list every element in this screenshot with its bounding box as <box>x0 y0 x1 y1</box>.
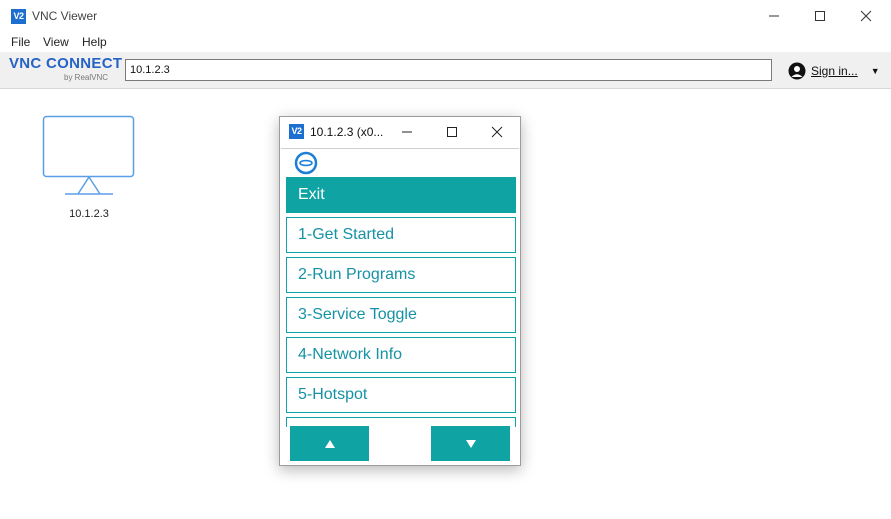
title-bar: V2 VNC Viewer <box>0 0 891 32</box>
address-input[interactable] <box>125 59 772 81</box>
app-logo-icon: V2 <box>11 9 26 24</box>
scroll-up-button[interactable] <box>290 426 369 461</box>
remote-window-title-bar: V2 10.1.2.3 (x0... <box>280 117 520 147</box>
menu-help[interactable]: Help <box>82 35 107 49</box>
close-icon <box>860 10 872 22</box>
menu-file[interactable]: File <box>11 35 30 49</box>
monitor-icon <box>42 115 135 195</box>
menu-bar: File View Help <box>0 32 891 52</box>
chevron-down-icon: ▼ <box>870 66 880 76</box>
user-icon <box>788 62 806 80</box>
menu-run-programs[interactable]: 2-Run Programs <box>286 257 516 293</box>
maximize-button[interactable] <box>797 0 843 32</box>
brand-subtitle: by RealVNC <box>64 73 109 82</box>
app-logo-icon: V2 <box>289 124 304 139</box>
menu-service-toggle[interactable]: 3-Service Toggle <box>286 297 516 333</box>
remote-close-button[interactable] <box>485 121 509 143</box>
maximize-icon <box>447 127 457 137</box>
sign-in-button[interactable]: Sign in... ▼ <box>788 61 880 81</box>
minimize-icon <box>402 131 412 133</box>
divider <box>281 148 519 149</box>
ring-logo-icon <box>294 151 318 175</box>
close-icon <box>491 126 503 138</box>
sign-in-label: Sign in... <box>811 64 858 78</box>
arrow-up-icon <box>324 439 335 448</box>
scroll-down-button[interactable] <box>431 426 510 461</box>
remote-window-title: 10.1.2.3 (x0... <box>310 125 384 139</box>
toolbar: VNC CONNECT by RealVNC Sign in... ▼ <box>0 52 891 89</box>
menu-exit[interactable]: Exit <box>286 177 516 213</box>
remote-minimize-button[interactable] <box>395 121 419 143</box>
window-title: VNC Viewer <box>32 9 98 23</box>
maximize-icon <box>815 11 825 21</box>
remote-maximize-button[interactable] <box>440 121 464 143</box>
remote-screen: Exit 1-Get Started 2-Run Programs 3-Serv… <box>281 148 519 465</box>
brand-logo: VNC CONNECT by RealVNC <box>9 55 123 85</box>
minimize-button[interactable] <box>751 0 797 32</box>
connection-tile[interactable]: 10.1.2.3 <box>42 115 136 225</box>
menu-get-started[interactable]: 1-Get Started <box>286 217 516 253</box>
connection-label: 10.1.2.3 <box>69 208 109 220</box>
remote-session-window: V2 10.1.2.3 (x0... Exit 1-Get Started 2-… <box>279 116 521 466</box>
menu-view[interactable]: View <box>43 35 69 49</box>
menu-hotspot[interactable]: 5-Hotspot <box>286 377 516 413</box>
menu-network-info[interactable]: 4-Network Info <box>286 337 516 373</box>
brand-name: VNC CONNECT <box>9 55 123 72</box>
arrow-down-icon <box>465 439 476 448</box>
close-button[interactable] <box>843 0 889 32</box>
minimize-icon <box>769 15 779 17</box>
